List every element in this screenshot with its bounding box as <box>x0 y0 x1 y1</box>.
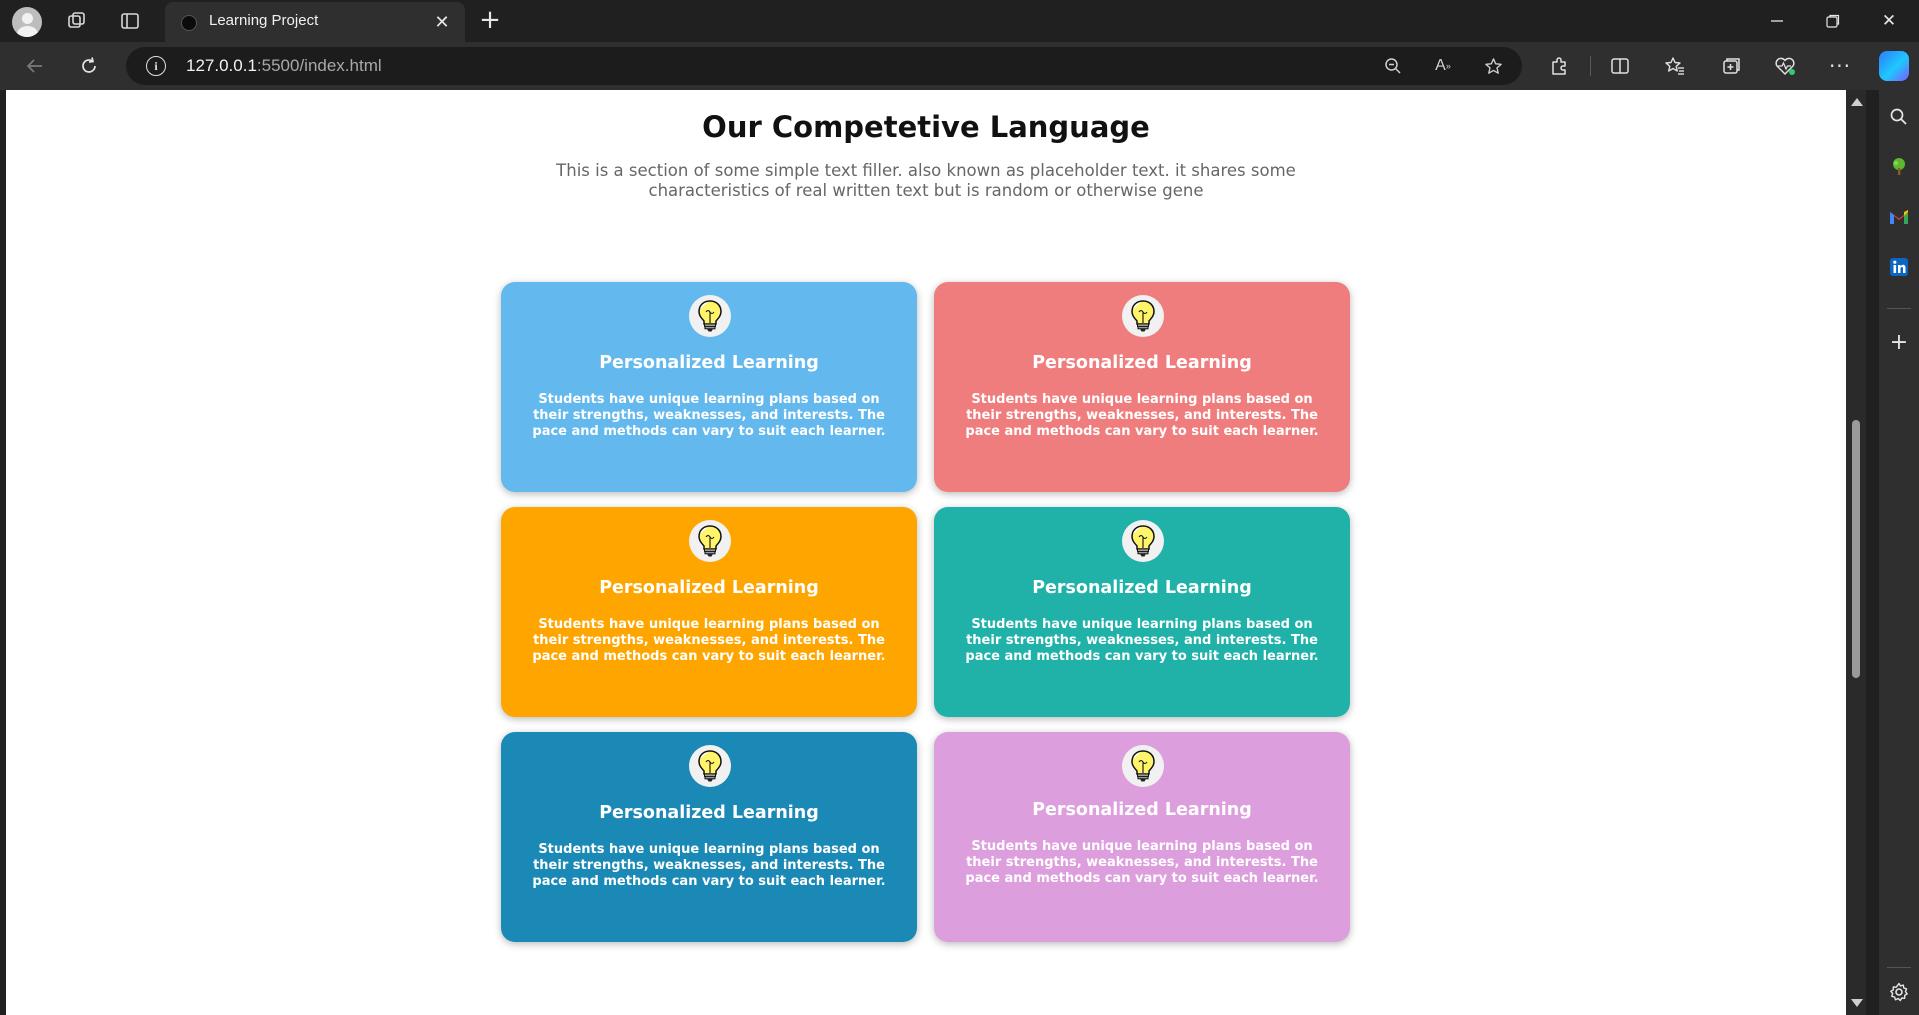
site-info-icon[interactable]: i <box>146 56 166 76</box>
feature-card: Personalized Learning Students have uniq… <box>501 282 917 492</box>
tab-title: Learning Project <box>209 12 319 29</box>
refresh-icon[interactable] <box>74 51 104 81</box>
new-tab-icon[interactable]: + <box>476 7 504 35</box>
active-tab[interactable]: Learning Project ✕ <box>165 2 465 42</box>
card-title: Personalized Learning <box>1032 353 1252 373</box>
lightbulb-icon <box>689 295 731 337</box>
extensions-icon[interactable] <box>1544 51 1574 81</box>
gmail-icon[interactable] <box>1884 202 1914 232</box>
card-title: Personalized Learning <box>599 803 819 823</box>
feature-card: Personalized Learning Students have uniq… <box>501 507 917 717</box>
settings-gear-icon[interactable] <box>1884 977 1914 1007</box>
linkedin-icon[interactable] <box>1884 252 1914 282</box>
copilot-icon[interactable] <box>1879 51 1909 81</box>
favorites-icon[interactable] <box>1660 51 1690 81</box>
browser-title-bar: Learning Project ✕ + ✕ <box>0 0 1919 42</box>
browser-toolbar: i 127.0.0.1:5500/index.html A» ··· <box>0 42 1919 90</box>
card-text: Students have unique learning plans base… <box>965 617 1319 664</box>
card-title: Personalized Learning <box>1032 578 1252 598</box>
tree-icon[interactable] <box>1884 152 1914 182</box>
card-text: Students have unique learning plans base… <box>965 392 1319 439</box>
browser-essentials-icon[interactable] <box>1770 51 1800 81</box>
card-text: Students have unique learning plans base… <box>965 839 1319 886</box>
address-bar[interactable]: i 127.0.0.1:5500/index.html A» <box>126 47 1522 85</box>
minimize-icon[interactable] <box>1755 6 1799 36</box>
lightbulb-icon <box>689 520 731 562</box>
toolbar-divider <box>1590 56 1591 76</box>
scroll-up-arrow-icon[interactable] <box>1851 98 1863 106</box>
card-title: Personalized Learning <box>599 578 819 598</box>
profile-avatar[interactable] <box>12 7 42 37</box>
sidebar-divider <box>1887 308 1911 309</box>
scroll-down-arrow-icon[interactable] <box>1851 999 1863 1007</box>
lightbulb-icon <box>689 745 731 787</box>
workspaces-icon[interactable] <box>63 7 91 35</box>
search-icon[interactable] <box>1884 102 1914 132</box>
add-sidebar-app-icon[interactable]: + <box>1884 327 1914 357</box>
edge-sidebar: + <box>1879 90 1919 1015</box>
lightbulb-icon <box>1122 295 1164 337</box>
feature-card: Personalized Learning Students have uniq… <box>934 732 1350 942</box>
page-title: Our Competetive Language <box>702 110 1150 144</box>
page-viewport: Our Competetive Language This is a secti… <box>6 90 1846 1015</box>
restore-icon[interactable] <box>1811 6 1855 36</box>
collections-icon[interactable] <box>1716 51 1746 81</box>
favorite-star-icon[interactable] <box>1480 53 1506 79</box>
card-title: Personalized Learning <box>599 353 819 373</box>
close-window-icon[interactable]: ✕ <box>1867 6 1911 36</box>
scroll-thumb[interactable] <box>1852 420 1860 678</box>
page-scrollbar[interactable] <box>1846 90 1866 1015</box>
url-host: 127.0.0.1 <box>186 56 257 75</box>
back-icon[interactable] <box>20 51 50 81</box>
vertical-tabs-icon[interactable] <box>116 7 144 35</box>
feature-card: Personalized Learning Students have uniq… <box>934 282 1350 492</box>
feature-card: Personalized Learning Students have uniq… <box>501 732 917 942</box>
more-menu-icon[interactable]: ··· <box>1825 51 1855 81</box>
close-tab-icon[interactable]: ✕ <box>429 9 455 35</box>
page-subtitle: This is a section of some simple text fi… <box>556 161 1296 200</box>
zoom-out-icon[interactable] <box>1380 53 1406 79</box>
sidebar-divider <box>1887 967 1911 968</box>
split-screen-icon[interactable] <box>1605 51 1635 81</box>
card-text: Students have unique learning plans base… <box>532 842 886 889</box>
url-path: :5500/index.html <box>256 56 382 75</box>
card-text: Students have unique learning plans base… <box>532 392 886 439</box>
lightbulb-icon <box>1122 520 1164 562</box>
card-text: Students have unique learning plans base… <box>532 617 886 664</box>
feature-card: Personalized Learning Students have uniq… <box>934 507 1350 717</box>
lightbulb-icon <box>1122 745 1164 787</box>
tab-favicon-icon <box>181 15 197 31</box>
url-text[interactable]: 127.0.0.1:5500/index.html <box>186 56 382 76</box>
card-title: Personalized Learning <box>1032 800 1252 820</box>
read-aloud-icon[interactable]: A» <box>1430 53 1456 79</box>
